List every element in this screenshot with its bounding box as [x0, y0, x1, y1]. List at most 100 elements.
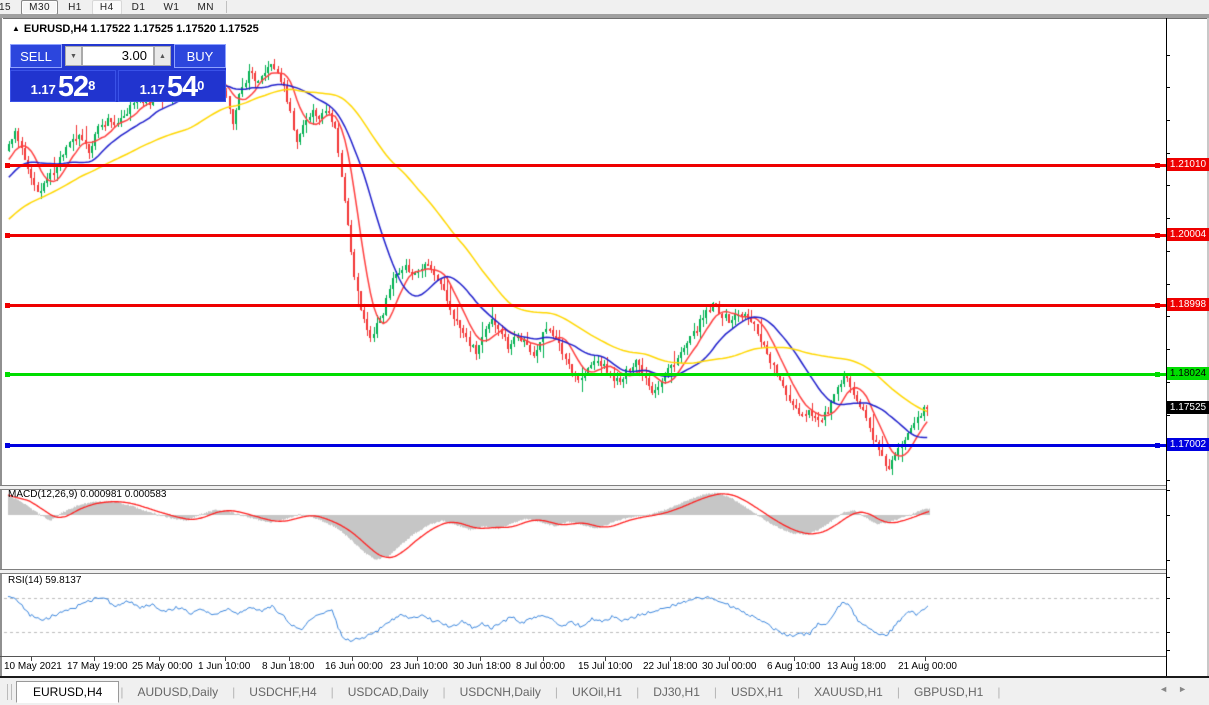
axis-tick-mark — [1166, 120, 1170, 121]
date-tick — [225, 657, 226, 661]
lot-increase-button[interactable]: ▲ — [154, 46, 171, 66]
ask-price-display[interactable]: 1.17540 — [118, 70, 226, 102]
hline-1.18024[interactable] — [5, 373, 1166, 376]
chart-tab-ukoil[interactable]: UKOil,H1 — [559, 682, 635, 702]
hline-price-label: 1.18998 — [1167, 298, 1209, 311]
date-tick — [854, 657, 855, 661]
date-label: 1 Jun 10:00 — [198, 661, 250, 672]
date-tick — [543, 657, 544, 661]
chart-tab-gbpusd[interactable]: GBPUSD,H1 — [901, 682, 996, 702]
ask-price-main: 54 — [167, 74, 197, 100]
axis-tick-mark — [1166, 284, 1170, 285]
date-tick — [159, 657, 160, 661]
date-label: 30 Jul 00:00 — [702, 661, 757, 672]
date-tick — [352, 657, 353, 661]
bid-price-display[interactable]: 1.17528 — [10, 70, 116, 102]
tab-scroll-left-icon[interactable]: ◄ — [1159, 684, 1178, 694]
chart-tab-usdcad[interactable]: USDCAD,Daily — [335, 682, 442, 702]
axis-tick-mark — [1166, 650, 1170, 651]
chart-tab-dj30[interactable]: DJ30,H1 — [640, 682, 713, 702]
hline-left-marker[interactable] — [5, 443, 10, 448]
timeframe-button-d1[interactable]: D1 — [124, 0, 154, 15]
macd-rsi-separator[interactable] — [0, 569, 1166, 574]
date-label: 8 Jul 00:00 — [516, 661, 565, 672]
rsi-bottom-border — [0, 656, 1166, 657]
chart-tab-usdchf[interactable]: USDCHF,H4 — [236, 682, 329, 702]
chart-tab-audusd[interactable]: AUDUSD,Daily — [124, 682, 231, 702]
chart-tab-bar: EURUSD,H4|AUDUSD,Daily|USDCHF,H4|USDCAD,… — [0, 678, 1209, 705]
chart-tab-usdcnh[interactable]: USDCNH,Daily — [447, 682, 554, 702]
mt4-terminal: { "toolbar": { "items": [ {"t":"btn","la… — [0, 0, 1209, 705]
date-tick — [31, 657, 32, 661]
tabbar-grip — [7, 684, 12, 700]
axis-tick-mark — [1166, 577, 1170, 578]
hline-left-marker[interactable] — [5, 303, 10, 308]
date-tick — [605, 657, 606, 661]
axis-tick-mark — [1166, 185, 1170, 186]
date-tick — [794, 657, 795, 661]
hline-price-label: 1.20004 — [1167, 228, 1209, 241]
hline-right-marker[interactable] — [1155, 443, 1160, 448]
ask-price-pip: 0 — [197, 71, 204, 101]
date-label: 25 May 00:00 — [132, 661, 193, 672]
timeframe-button-15[interactable]: 15 — [0, 0, 19, 15]
date-label: 21 Aug 00:00 — [898, 661, 957, 672]
date-tick — [94, 657, 95, 661]
axis-tick-mark — [1166, 382, 1170, 383]
hline-1.17002[interactable] — [5, 444, 1166, 447]
hline-right-marker[interactable] — [1155, 233, 1160, 238]
axis-tick-mark — [1166, 560, 1170, 561]
toolbar-separator — [226, 1, 227, 13]
hline-1.20004[interactable] — [5, 234, 1166, 237]
collapse-panel-icon[interactable]: ▲ — [12, 24, 20, 33]
date-label: 13 Aug 18:00 — [827, 661, 886, 672]
hline-1.21010[interactable] — [5, 164, 1166, 167]
hline-price-label: 1.17002 — [1167, 438, 1209, 451]
sell-button[interactable]: SELL — [10, 44, 62, 68]
hline-right-marker[interactable] — [1155, 372, 1160, 377]
date-label: 16 Jun 00:00 — [325, 661, 383, 672]
timeframe-button-w1[interactable]: W1 — [155, 0, 187, 15]
window-left-border — [0, 18, 3, 676]
timeframe-button-mn[interactable]: MN — [189, 0, 222, 15]
chart-tab-usdx[interactable]: USDX,H1 — [718, 682, 796, 702]
timeframe-toolbar: 15M30H1H4D1W1MN — [0, 0, 1209, 14]
buy-button[interactable]: BUY — [174, 44, 226, 68]
price-axis[interactable]: 1.225801.221201.216501.211801.207201.202… — [1167, 18, 1209, 676]
axis-tick-mark — [1166, 480, 1170, 481]
chart-tab-eurusd[interactable]: EURUSD,H4 — [16, 681, 119, 703]
hline-left-marker[interactable] — [5, 163, 10, 168]
tab-separator: | — [996, 685, 1001, 699]
axis-tick-mark — [1166, 316, 1170, 317]
bid-price-pip: 8 — [88, 71, 95, 101]
hline-right-marker[interactable] — [1155, 163, 1160, 168]
hline-right-marker[interactable] — [1155, 303, 1160, 308]
macd-label: MACD(12,26,9) 0.000981 0.000583 — [8, 489, 166, 500]
date-tick — [417, 657, 418, 661]
main-macd-separator[interactable] — [0, 485, 1166, 490]
tab-scroll-right-icon[interactable]: ► — [1178, 684, 1197, 694]
hline-1.18998[interactable] — [5, 304, 1166, 307]
date-tick — [670, 657, 671, 661]
date-label: 8 Jun 18:00 — [262, 661, 314, 672]
hline-left-marker[interactable] — [5, 372, 10, 377]
timeframe-button-h4[interactable]: H4 — [92, 0, 122, 15]
axis-tick-mark — [1166, 349, 1170, 350]
bid-price-main: 52 — [58, 74, 88, 100]
ask-price-base: 1.17 — [140, 80, 165, 100]
date-label: 10 May 2021 — [4, 661, 62, 672]
chart-canvas[interactable] — [0, 0, 1166, 705]
date-tick — [289, 657, 290, 661]
hline-left-marker[interactable] — [5, 233, 10, 238]
axis-tick-mark — [1166, 598, 1170, 599]
chart-title: ▲EURUSD,H4 1.17522 1.17525 1.17520 1.175… — [12, 23, 259, 35]
axis-tick-mark — [1166, 218, 1170, 219]
timeframe-button-h1[interactable]: H1 — [60, 0, 90, 15]
lot-decrease-button[interactable]: ▼ — [65, 46, 82, 66]
lot-size-input[interactable]: 3.00 — [82, 46, 154, 66]
one-click-trading-panel: SELL ▼ 3.00 ▲ BUY 1.17528 1.17540 — [10, 44, 226, 102]
axis-tick-mark — [1166, 632, 1170, 633]
axis-tick-mark — [1166, 490, 1170, 491]
timeframe-button-m30[interactable]: M30 — [21, 0, 58, 15]
chart-tab-xauusd[interactable]: XAUUSD,H1 — [801, 682, 896, 702]
